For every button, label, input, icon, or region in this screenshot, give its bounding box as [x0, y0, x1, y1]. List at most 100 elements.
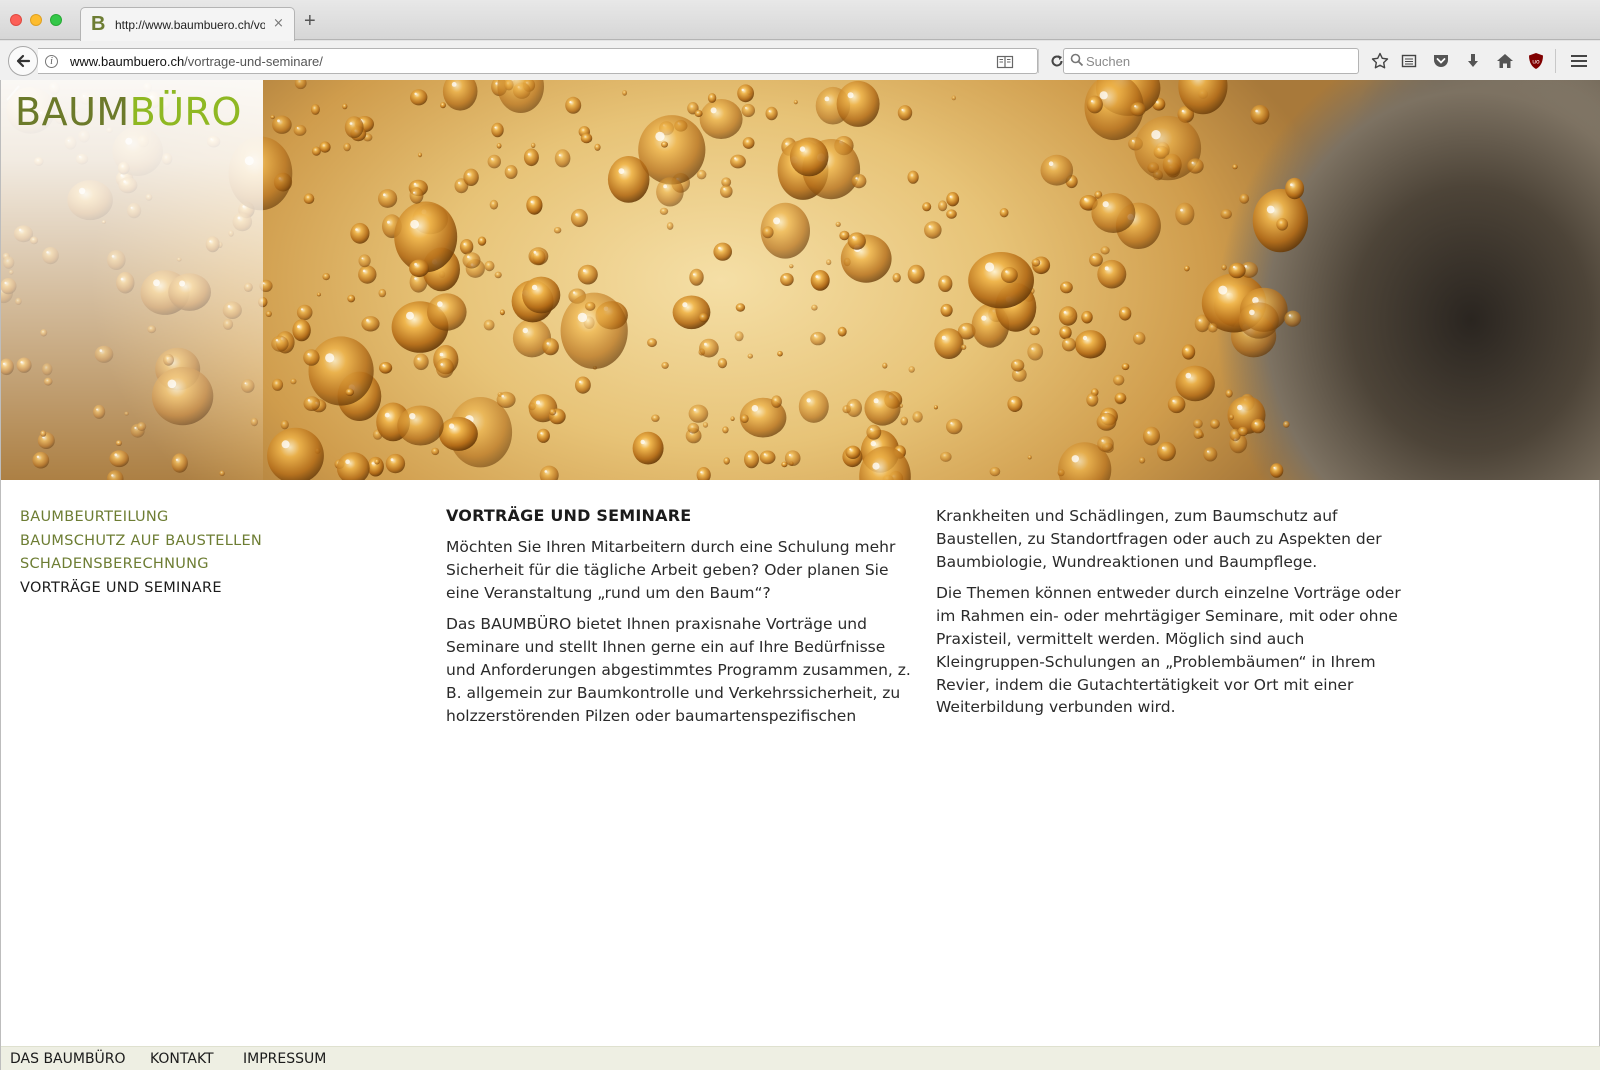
droplet-highlight [1180, 208, 1183, 212]
droplet [1225, 389, 1233, 398]
droplet-highlight [277, 119, 280, 123]
droplet-highlight [785, 142, 788, 145]
home-icon[interactable] [1494, 50, 1516, 72]
browser-tab[interactable]: B http://www.baumbuero.ch/vortrage-und-s… [80, 7, 295, 41]
droplet [659, 207, 669, 215]
droplet-highlight [1161, 446, 1165, 450]
droplet [851, 174, 867, 189]
droplet [765, 106, 778, 121]
back-button[interactable] [8, 46, 38, 76]
droplet [951, 95, 956, 101]
droplet [350, 222, 370, 244]
droplet [1207, 323, 1218, 333]
search-bar[interactable] [1063, 48, 1359, 74]
droplet [940, 303, 953, 317]
droplet-highlight [788, 453, 792, 457]
droplet [1229, 414, 1234, 420]
close-window-button[interactable] [10, 14, 22, 26]
content-column-1: VORTRÄGE UND SEMINARE Möchten Sie Ihren … [446, 505, 911, 736]
droplet [303, 193, 315, 204]
minimize-window-button[interactable] [30, 14, 42, 26]
droplet [539, 465, 559, 480]
droplet [296, 304, 313, 321]
droplet [280, 420, 289, 430]
droplet-highlight [847, 92, 854, 99]
site-logo[interactable]: BAUMBÜRO [15, 90, 242, 134]
droplet [580, 133, 593, 144]
droplet [666, 222, 674, 230]
droplet-highlight [371, 462, 374, 465]
droplet-highlight [693, 408, 697, 412]
droplet [294, 80, 307, 90]
nav-item-schadensberechnung[interactable]: SCHADENSBERECHNUNG [20, 553, 262, 577]
droplet [1193, 428, 1203, 440]
bookmark-star-icon[interactable] [1369, 50, 1391, 72]
droplet [1133, 331, 1146, 345]
droplet [734, 331, 744, 342]
nav-item-baumbeurteilung[interactable]: BAUMBEURTEILUNG [20, 506, 262, 530]
droplet-highlight [1099, 91, 1108, 100]
droplet [1029, 326, 1040, 336]
droplet [661, 361, 669, 369]
reading-list-icon[interactable] [1398, 50, 1420, 72]
url-bar[interactable]: i www.baumbuero.ch/vortrage-und-seminare… [38, 48, 1063, 74]
droplet-highlight [872, 462, 880, 470]
droplet [735, 303, 746, 312]
droplet [536, 428, 550, 443]
footer-link-impressum[interactable]: IMPRESSUM [243, 1051, 326, 1067]
droplet-highlight [572, 291, 576, 294]
droplet-highlight [1232, 265, 1236, 269]
close-tab-icon[interactable]: × [273, 16, 284, 31]
droplet [319, 141, 331, 153]
search-input[interactable] [1086, 52, 1346, 70]
droplet [303, 396, 321, 411]
droplet [531, 142, 536, 148]
droplet [907, 170, 919, 184]
droplet-highlight [582, 269, 586, 272]
droplet-highlight [1191, 161, 1194, 164]
nav-item-baumschutz[interactable]: BAUMSCHUTZ AUF BAUSTELLEN [20, 530, 262, 554]
droplet-highlight [1048, 161, 1054, 166]
droplet-highlight [1071, 455, 1080, 463]
droplet-highlight [768, 110, 771, 112]
droplet-highlight [533, 250, 537, 254]
zoom-window-button[interactable] [50, 14, 62, 26]
ublock-icon[interactable]: uo [1525, 50, 1547, 72]
droplet [1059, 326, 1072, 340]
droplet [938, 275, 953, 292]
droplet [737, 84, 754, 103]
droplet [427, 293, 467, 331]
droplet-highlight [1172, 399, 1175, 403]
footer-link-baumbuero[interactable]: DAS BAUMBÜRO [10, 1051, 126, 1067]
droplet-highlight [575, 213, 578, 216]
droplet [336, 452, 370, 480]
droplet-highlight [1151, 130, 1161, 140]
droplet [632, 431, 664, 465]
site-info-icon[interactable]: i [45, 55, 58, 68]
footer-link-kontakt[interactable]: KONTAKT [150, 1051, 214, 1067]
droplet [651, 414, 660, 422]
downloads-icon[interactable] [1462, 50, 1484, 72]
droplet [707, 93, 717, 103]
menu-icon[interactable] [1568, 50, 1590, 72]
reader-view-icon[interactable] [996, 53, 1014, 71]
droplet-highlight [1104, 266, 1109, 271]
slider-next-icon[interactable] [1, 80, 25, 104]
droplet-highlight [640, 439, 645, 445]
nav-item-vortraege[interactable]: VORTRÄGE UND SEMINARE [20, 577, 262, 601]
droplet-highlight [1136, 334, 1138, 337]
droplet [308, 336, 374, 406]
url-text[interactable]: www.baumbuero.ch/vortrage-und-seminare/ [70, 54, 323, 69]
new-tab-button[interactable]: + [304, 11, 316, 31]
droplet-highlight [362, 269, 366, 273]
droplet-highlight [448, 423, 455, 429]
droplet-highlight [1065, 340, 1068, 343]
droplet-highlight [1218, 285, 1228, 295]
droplet [1184, 265, 1190, 272]
droplet [409, 259, 430, 278]
droplet [846, 398, 862, 418]
droplet-highlight [1255, 109, 1258, 113]
pocket-icon[interactable] [1430, 50, 1452, 72]
droplet [940, 451, 952, 462]
droplet-highlight [1185, 372, 1192, 379]
